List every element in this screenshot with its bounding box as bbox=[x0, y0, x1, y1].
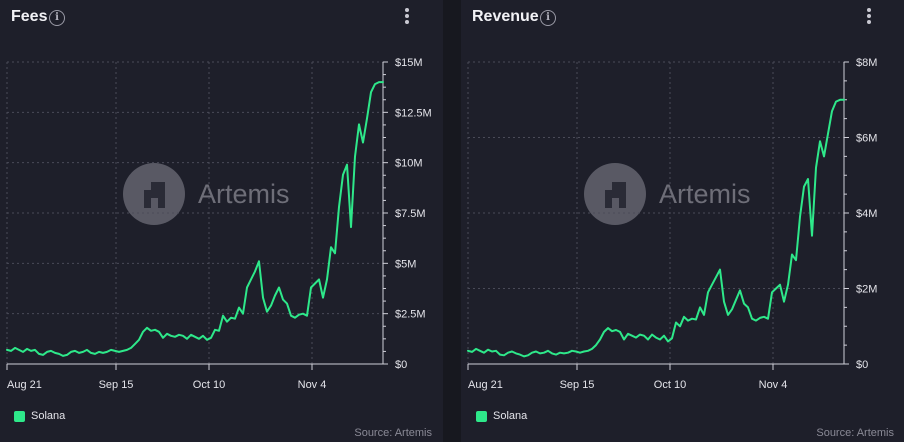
series-line-solana bbox=[467, 98, 845, 358]
x-tick-label: Nov 4 bbox=[298, 379, 327, 391]
x-tick-label: Aug 21 bbox=[7, 379, 42, 391]
y-tick-label: $6M bbox=[856, 133, 877, 145]
revenue-chart-panel: Revenue i Artemis Aug 21 Sep 15 Oct 10 Nov 4… bbox=[461, 0, 904, 442]
watermark-text: Artemis bbox=[198, 179, 290, 209]
legend-swatch bbox=[476, 411, 487, 422]
y-tick-label: $2M bbox=[856, 284, 877, 296]
x-tick-label: Oct 10 bbox=[654, 379, 686, 391]
y-tick-label: $4M bbox=[856, 208, 877, 220]
x-tick-label: Aug 21 bbox=[468, 379, 503, 391]
y-tick-label: $15M bbox=[395, 57, 423, 69]
y-tick-label: $7.5M bbox=[395, 208, 426, 220]
watermark-text: Artemis bbox=[659, 179, 751, 209]
legend-label: Solana bbox=[493, 410, 528, 422]
x-tick-label: Sep 15 bbox=[99, 379, 134, 391]
y-tick-label: $10M bbox=[395, 158, 423, 170]
y-tick-label: $0 bbox=[395, 359, 407, 371]
series-line-solana bbox=[6, 81, 384, 357]
fees-chart: Artemis Aug 21 Sep 15 Oct 10 Nov 4 $0 $2.5M $5M… bbox=[6, 57, 432, 391]
y-tick-label: $12.5M bbox=[395, 107, 432, 119]
source-label: Source: Artemis bbox=[816, 427, 894, 439]
revenue-chart: Artemis Aug 21 Sep 15 Oct 10 Nov 4 $0 $2M $4M $6… bbox=[467, 57, 877, 391]
x-tick-label: Sep 15 bbox=[560, 379, 595, 391]
fees-chart-panel: Fees i Artemis Aug 21 Sep 15 Oct 10 Nov 4 $0 $… bbox=[0, 0, 443, 442]
y-tick-label: $2.5M bbox=[395, 309, 426, 321]
panel-divider bbox=[443, 0, 461, 442]
x-tick-label: Oct 10 bbox=[193, 379, 225, 391]
source-label: Source: Artemis bbox=[354, 427, 432, 439]
y-tick-label: $5M bbox=[395, 258, 416, 270]
x-tick-label: Nov 4 bbox=[759, 379, 788, 391]
y-tick-label: $0 bbox=[856, 359, 868, 371]
legend-swatch bbox=[14, 411, 25, 422]
legend-label: Solana bbox=[31, 410, 66, 422]
y-tick-label: $8M bbox=[856, 57, 877, 69]
